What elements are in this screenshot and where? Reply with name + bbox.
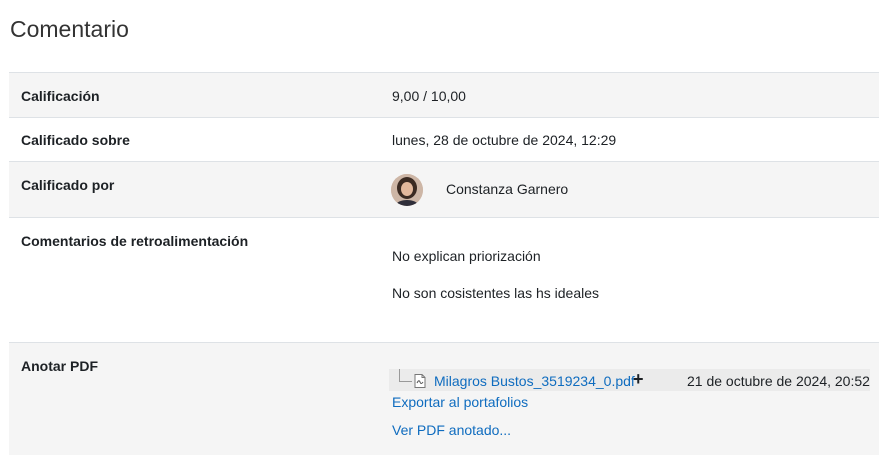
feedback-line-1: No explican priorización (392, 248, 541, 264)
export-portfolio-link[interactable]: Exportar al portafolios (392, 394, 528, 410)
tree-branch-icon (399, 369, 412, 382)
avatar-image (391, 174, 423, 206)
table-row-grade: Calificación 9,00 / 10,00 (9, 73, 879, 118)
pdf-file-icon (414, 374, 426, 393)
annotate-pdf-label: Anotar PDF (21, 358, 98, 374)
plus-icon[interactable]: + (633, 370, 644, 388)
grade-label: Calificación (21, 88, 100, 104)
table-row-annotate-pdf: Anotar PDF Milagros Bustos_3519234_0.pdf… (9, 343, 879, 455)
graded-on-label: Calificado sobre (21, 132, 130, 148)
feedback-table: Calificación 9,00 / 10,00 Calificado sob… (9, 72, 879, 455)
table-row-graded-on: Calificado sobre lunes, 28 de octubre de… (9, 118, 879, 162)
table-row-feedback: Comentarios de retroalimentación No expl… (9, 218, 879, 343)
page-title: Comentario (10, 16, 129, 42)
pdf-file-link[interactable]: Milagros Bustos_3519234_0.pdf (434, 373, 635, 389)
graded-by-label: Calificado por (21, 177, 115, 193)
grader-name: Constanza Garnero (446, 181, 569, 197)
file-date: 21 de octubre de 2024, 20:52 (687, 373, 870, 389)
feedback-label: Comentarios de retroalimentación (21, 233, 249, 249)
graded-on-value: lunes, 28 de octubre de 2024, 12:29 (392, 132, 617, 148)
grade-value: 9,00 / 10,00 (392, 88, 466, 104)
grader-avatar[interactable] (391, 174, 423, 206)
feedback-line-2: No son cosistentes las hs ideales (392, 285, 599, 301)
table-row-graded-by: Calificado por Constanza Garnero (9, 162, 879, 218)
view-annotated-pdf-link[interactable]: Ver PDF anotado... (392, 422, 511, 438)
